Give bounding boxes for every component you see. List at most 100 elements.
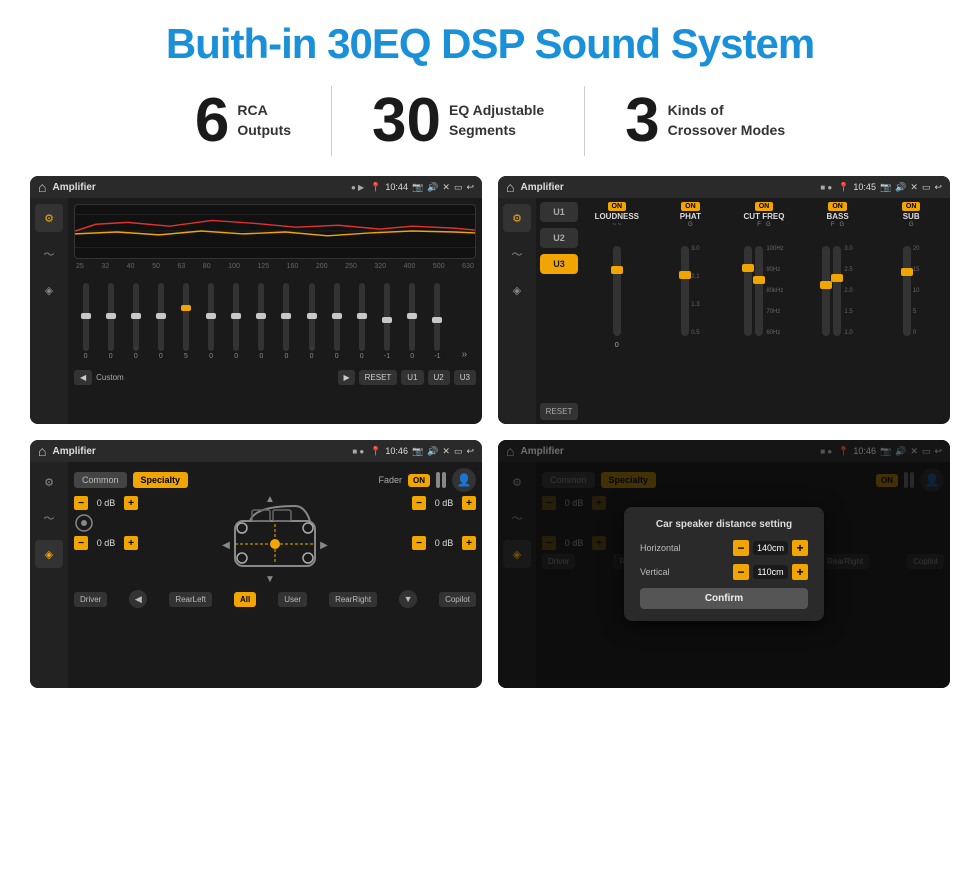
eq-slider-8: 0 xyxy=(283,283,289,360)
eq-sidebar-equalizer[interactable]: ⚙ xyxy=(35,204,63,232)
xover-time: 10:45 xyxy=(853,182,876,192)
eq-more-icon[interactable]: » xyxy=(462,349,468,360)
fader-on-badge[interactable]: ON xyxy=(408,474,430,487)
fader-driver-btn[interactable]: Driver xyxy=(74,592,107,607)
dialog-vertical-plus[interactable]: + xyxy=(792,564,808,580)
eq-slider-12: -1 xyxy=(384,283,390,360)
eq-freq-labels: 2532 4050 6380 100125 160200 250320 4005… xyxy=(74,263,476,270)
xover-sidebar-vol[interactable]: ◈ xyxy=(503,276,531,304)
eq-home-icon[interactable]: ⌂ xyxy=(38,179,46,195)
xover-u1-btn[interactable]: U1 xyxy=(540,202,578,222)
eq-reset-btn[interactable]: RESET xyxy=(359,370,398,385)
xover-sidebar-eq[interactable]: ⚙ xyxy=(503,204,531,232)
xover-reset-btn[interactable]: RESET xyxy=(540,403,578,420)
eq-slider-7: 0 xyxy=(258,283,264,360)
fader-sidebar-wave[interactable]: 〜 xyxy=(35,504,63,532)
eq-slider-4: 5 xyxy=(183,283,189,360)
xover-sidebar-wave[interactable]: 〜 xyxy=(503,240,531,268)
stat-eq: 30 EQ Adjustable Segments xyxy=(332,90,584,152)
fader-sidebar: ⚙ 〜 ◈ xyxy=(30,462,68,688)
fader-home-icon[interactable]: ⌂ xyxy=(38,443,46,459)
xover-rect-icon: ▭ xyxy=(922,182,931,193)
eq-sidebar-wave[interactable]: 〜 xyxy=(35,240,63,268)
eq-bottom-bar: ◀ Custom ▶ RESET U1 U2 U3 xyxy=(74,370,476,385)
fader-label: Fader xyxy=(378,475,402,485)
eq-main-area: 2532 4050 6380 100125 160200 250320 4005… xyxy=(68,198,482,424)
fader-plus-2[interactable]: + xyxy=(124,536,138,550)
fader-main-area: Common Specialty Fader ON 👤 xyxy=(68,462,482,688)
page-container: Buith-in 30EQ DSP Sound System 6 RCA Out… xyxy=(0,0,980,881)
xover-home-icon[interactable]: ⌂ xyxy=(506,179,514,195)
fader-minus-2[interactable]: − xyxy=(74,536,88,550)
xover-cutfreq-on[interactable]: ON xyxy=(755,202,774,211)
fader-db-val-3: 0 dB xyxy=(429,498,459,508)
eq-slider-14: -1 xyxy=(434,283,440,360)
xover-vol-icon: 🔊 xyxy=(895,182,906,193)
fader-sidebar-eq[interactable]: ⚙ xyxy=(35,468,63,496)
fader-minus-3[interactable]: − xyxy=(412,496,426,510)
fader-db-row-4: − 0 dB + xyxy=(412,536,476,550)
eq-sidebar-vol[interactable]: ◈ xyxy=(35,276,63,304)
xover-u2-btn[interactable]: U2 xyxy=(540,228,578,248)
eq-pin-icon: 📍 xyxy=(370,182,381,193)
eq-slider-10: 0 xyxy=(334,283,340,360)
xover-x-icon: ✕ xyxy=(910,182,918,193)
fader-rearleft-btn[interactable]: RearLeft xyxy=(169,592,212,607)
fader-back-icon[interactable]: ↩ xyxy=(466,446,474,457)
fader-minus-1[interactable]: − xyxy=(74,496,88,510)
xover-phat-on[interactable]: ON xyxy=(681,202,700,211)
fader-settings-icon[interactable]: 👤 xyxy=(452,468,476,492)
dialog-vertical-minus[interactable]: − xyxy=(733,564,749,580)
fader-left-arrow[interactable]: ◀ xyxy=(129,590,147,608)
xover-bass-on[interactable]: ON xyxy=(828,202,847,211)
xover-title: Amplifier xyxy=(520,182,814,193)
xover-cam-icon: 📷 xyxy=(880,182,891,193)
fader-title: Amplifier xyxy=(52,446,346,457)
fader-copilot-btn[interactable]: Copilot xyxy=(439,592,476,607)
fader-user-btn[interactable]: User xyxy=(278,592,307,607)
eq-u1-btn[interactable]: U1 xyxy=(401,370,423,385)
dialog-horizontal-minus[interactable]: − xyxy=(733,540,749,556)
fader-minus-4[interactable]: − xyxy=(412,536,426,550)
eq-rect-icon: ▭ xyxy=(454,182,463,193)
eq-cam-icon: 📷 xyxy=(412,182,423,193)
fader-rearright-btn[interactable]: RearRight xyxy=(329,592,377,607)
stat-number-eq: 30 xyxy=(372,90,441,152)
xover-sub-on[interactable]: ON xyxy=(902,202,921,211)
eq-prev-btn[interactable]: ◀ xyxy=(74,370,92,385)
fader-time: 10:46 xyxy=(385,446,408,456)
fader-screen: ⌂ Amplifier ■ ● 📍 10:46 📷 🔊 ✕ ▭ ↩ ⚙ 〜 ◈ xyxy=(30,440,482,688)
stat-rca: 6 RCA Outputs xyxy=(155,90,331,152)
dialog-screen: ⌂ Amplifier ■ ● 📍 10:46 📷 🔊 ✕ ▭ ↩ ⚙ 〜 ◈ xyxy=(498,440,950,688)
eq-u3-btn[interactable]: U3 xyxy=(454,370,476,385)
xover-channels: ON LOUDNESS ~ ~ 0 ON xyxy=(582,202,946,420)
fader-down-arrow[interactable]: ▼ xyxy=(399,590,417,608)
page-title: Buith-in 30EQ DSP Sound System xyxy=(30,20,950,68)
fader-x-icon: ✕ xyxy=(442,446,450,457)
svg-text:▼: ▼ xyxy=(265,574,275,585)
fader-all-btn[interactable]: All xyxy=(234,592,256,607)
stat-number-xover: 3 xyxy=(625,90,659,152)
xover-back-icon[interactable]: ↩ xyxy=(934,182,942,193)
xover-u3-btn[interactable]: U3 xyxy=(540,254,578,274)
screens-grid: ⌂ Amplifier ● ▶ 📍 10:44 📷 🔊 ✕ ▭ ↩ ⚙ 〜 ◈ xyxy=(30,176,950,688)
fader-specialty-tab[interactable]: Specialty xyxy=(133,472,189,488)
eq-preset-label: Custom xyxy=(96,373,124,382)
dialog-box-title: Car speaker distance setting xyxy=(640,519,808,530)
xover-loudness-on[interactable]: ON xyxy=(608,202,627,211)
eq-back-icon[interactable]: ↩ xyxy=(466,182,474,193)
fader-plus-3[interactable]: + xyxy=(462,496,476,510)
eq-title: Amplifier xyxy=(52,182,345,193)
fader-plus-4[interactable]: + xyxy=(462,536,476,550)
fader-plus-1[interactable]: + xyxy=(124,496,138,510)
xover-phat: ON PHAT G 3.0 2.1 1.3 0.5 xyxy=(656,202,726,420)
eq-play-btn[interactable]: ▶ xyxy=(338,370,354,385)
dialog-confirm-button[interactable]: Confirm xyxy=(640,588,808,609)
stat-crossover: 3 Kinds of Crossover Modes xyxy=(585,90,825,152)
dialog-horizontal-plus[interactable]: + xyxy=(792,540,808,556)
fader-db-val-1: 0 dB xyxy=(91,498,121,508)
fader-sidebar-vol[interactable]: ◈ xyxy=(35,540,63,568)
eq-u2-btn[interactable]: U2 xyxy=(428,370,450,385)
xover-pin-icon: 📍 xyxy=(838,182,849,193)
fader-common-tab[interactable]: Common xyxy=(74,472,127,488)
